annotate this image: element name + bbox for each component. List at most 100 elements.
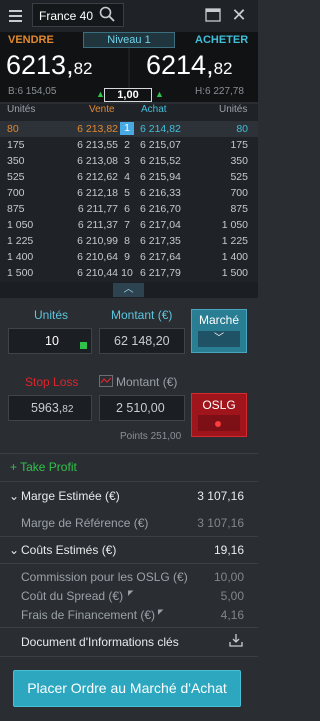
stop-loss-label[interactable]: Stop Loss [25, 375, 78, 389]
table-row[interactable]: 525 6 212,62 4 6 215,94 525 [0, 169, 258, 185]
cost-label: Coût du Spread (€) [21, 589, 124, 603]
sell-cell: 6 213,82 [77, 123, 118, 135]
margin-ref-value: 3 107,16 [197, 516, 244, 530]
stop-price-value: 5963, [31, 401, 63, 415]
stop-price-input[interactable]: 5963,82 [8, 395, 92, 421]
sell-cell: 6 210,44 [77, 267, 118, 279]
units-input[interactable]: 10 [8, 328, 92, 354]
up-arrow-icon: ▲ [155, 89, 164, 99]
window-icon[interactable] [205, 7, 221, 23]
table-row[interactable]: 1 050 6 211,37 7 6 217,04 1 050 [0, 217, 258, 233]
chevron-down-icon: ⌄ [9, 543, 20, 557]
col-buy: Achat [141, 104, 167, 115]
info-icon[interactable]: ◤ [158, 608, 163, 616]
chevron-down-icon[interactable]: ﹀ [198, 331, 240, 347]
buy-cell: 6 215,52 [140, 155, 181, 167]
high-subtext: H:6 227,78 [195, 86, 244, 97]
cost-value: 5,00 [220, 589, 244, 603]
units-cell: 1 050 [221, 219, 248, 231]
cost-value: 4,16 [220, 608, 244, 622]
margin-value: 3 107,16 [197, 489, 244, 503]
col-units-right: Unités [219, 104, 248, 115]
table-row[interactable]: 1 225 6 210,99 8 6 217,35 1 225 [0, 233, 258, 249]
units-cell: 525 [230, 171, 248, 183]
take-profit-link[interactable]: + Take Profit [10, 460, 77, 474]
chevron-down-icon: ⌄ [9, 489, 20, 503]
table-row[interactable]: 1 400 6 210,64 9 6 217,64 1 400 [0, 249, 258, 265]
instrument-name: France 40 [39, 9, 94, 23]
sell-cell: 6 211,77 [77, 203, 118, 215]
units-cell: 1 500 [7, 267, 34, 279]
sell-cell: 6 213,08 [77, 155, 118, 167]
sell-price: 6213,82 [6, 50, 93, 80]
level-cell: 3 [124, 155, 130, 167]
stop-amount-input[interactable]: 2 510,00 [99, 395, 185, 421]
units-cell: 1 225 [7, 235, 34, 247]
stop-price-decimals: 82 [62, 404, 74, 415]
cost-label: Frais de Financement (€) [21, 608, 156, 622]
search-icon[interactable] [98, 5, 116, 23]
units-cell: 175 [7, 139, 25, 151]
level-badge: 1 [120, 122, 134, 135]
units-cell: 875 [7, 203, 25, 215]
units-cell: 700 [7, 187, 25, 199]
buy-cell: 6 217,79 [140, 267, 181, 279]
chevron-up-icon[interactable]: ︿ [113, 283, 144, 297]
stop-amount-value: 2 510,00 [116, 401, 165, 415]
sell-cell: 6 210,64 [77, 251, 118, 263]
buy-cell: 6 215,07 [140, 139, 181, 151]
units-cell: 875 [230, 203, 248, 215]
oslg-label: OSLG [202, 398, 236, 412]
spread-value: 1,00 [104, 88, 152, 102]
units-cell: 525 [7, 171, 25, 183]
chart-icon[interactable] [99, 375, 113, 387]
margin-label: Marge Estimée (€) [21, 489, 120, 503]
sell-cell: 6 211,37 [77, 219, 118, 231]
units-cell: 80 [7, 123, 19, 135]
points-text: Points 251,00 [120, 431, 182, 442]
level-cell: 6 [124, 203, 130, 215]
units-value: 10 [45, 334, 59, 348]
document-label: Document d'Informations clés [21, 635, 179, 649]
table-row[interactable]: 1 500 6 210,44 10 6 217,79 1 500 [0, 265, 258, 281]
buy-cell: 6 216,33 [140, 187, 181, 199]
status-dot [215, 421, 221, 427]
table-row[interactable]: 350 6 213,08 3 6 215,52 350 [0, 153, 258, 169]
place-market-buy-order-button[interactable]: Placer Ordre au Marché d'Achat [13, 670, 241, 707]
units-cell: 1 050 [7, 219, 34, 231]
cost-label: Commission pour les OSLG (€) [21, 570, 188, 584]
buy-cell: 6 216,70 [140, 203, 181, 215]
level-cell: 9 [124, 251, 130, 263]
table-row[interactable]: 175 6 213,55 2 6 215,07 175 [0, 137, 258, 153]
level-cell: 4 [124, 171, 130, 183]
sell-label: VENDRE [8, 34, 54, 46]
amount-input[interactable]: 62 148,20 [99, 328, 185, 354]
costs-label: Coûts Estimés (€) [21, 543, 117, 557]
level-cell: 5 [124, 187, 130, 199]
stop-amount-label: Montant (€) [116, 375, 178, 389]
table-row[interactable]: 80 6 213,82 1 6 214,82 80 [0, 121, 258, 137]
costs-value: 19,16 [213, 543, 244, 557]
download-icon[interactable] [229, 633, 243, 650]
table-row[interactable]: 700 6 212,18 5 6 216,33 700 [0, 185, 258, 201]
level-cell: 2 [124, 139, 130, 151]
units-cell: 350 [7, 155, 25, 167]
table-row[interactable]: 875 6 211,77 6 6 216,70 875 [0, 201, 258, 217]
buy-label: ACHETER [195, 34, 249, 46]
col-sell: Vente [89, 104, 115, 115]
units-cell: 1 400 [7, 251, 34, 263]
units-cell: 350 [230, 155, 248, 167]
cost-value: 10,00 [213, 570, 244, 584]
margin-ref-label: Marge de Référence (€) [21, 516, 149, 530]
buy-cell: 6 214,82 [140, 123, 181, 135]
units-label: Unités [34, 308, 69, 322]
close-icon[interactable]: ✕ [230, 5, 248, 25]
amount-value: 62 148,20 [114, 334, 170, 348]
buy-cell: 6 217,35 [140, 235, 181, 247]
units-cell: 175 [230, 139, 248, 151]
info-icon[interactable]: ◤ [128, 589, 133, 597]
col-units-left: Unités [7, 104, 36, 115]
level-selector[interactable]: Niveau 1 [83, 32, 175, 48]
menu-icon[interactable] [4, 4, 28, 28]
level-cell: 7 [124, 219, 130, 231]
